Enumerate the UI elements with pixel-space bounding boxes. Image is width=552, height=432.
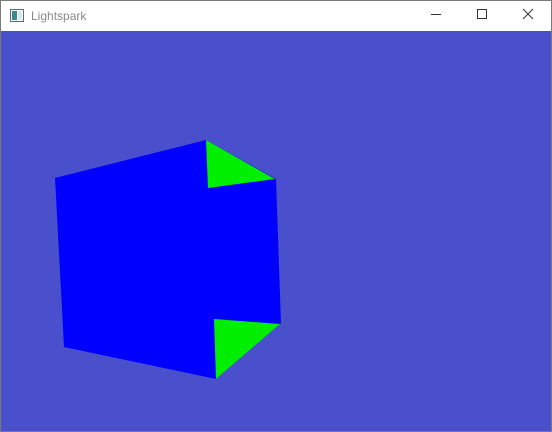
app-window: Lightspark (0, 0, 552, 432)
minimize-button[interactable] (413, 1, 459, 31)
close-icon (522, 7, 534, 25)
window-title: Lightspark (31, 9, 87, 23)
bottom-green-triangle (214, 319, 280, 379)
maximize-button[interactable] (459, 1, 505, 31)
flash-stage[interactable] (1, 31, 551, 431)
window-app-icon (10, 9, 24, 22)
cube-scene (55, 140, 281, 379)
minimize-icon (430, 7, 442, 25)
close-button[interactable] (505, 1, 551, 31)
maximize-icon (476, 7, 488, 25)
title-bar[interactable]: Lightspark (1, 1, 551, 31)
